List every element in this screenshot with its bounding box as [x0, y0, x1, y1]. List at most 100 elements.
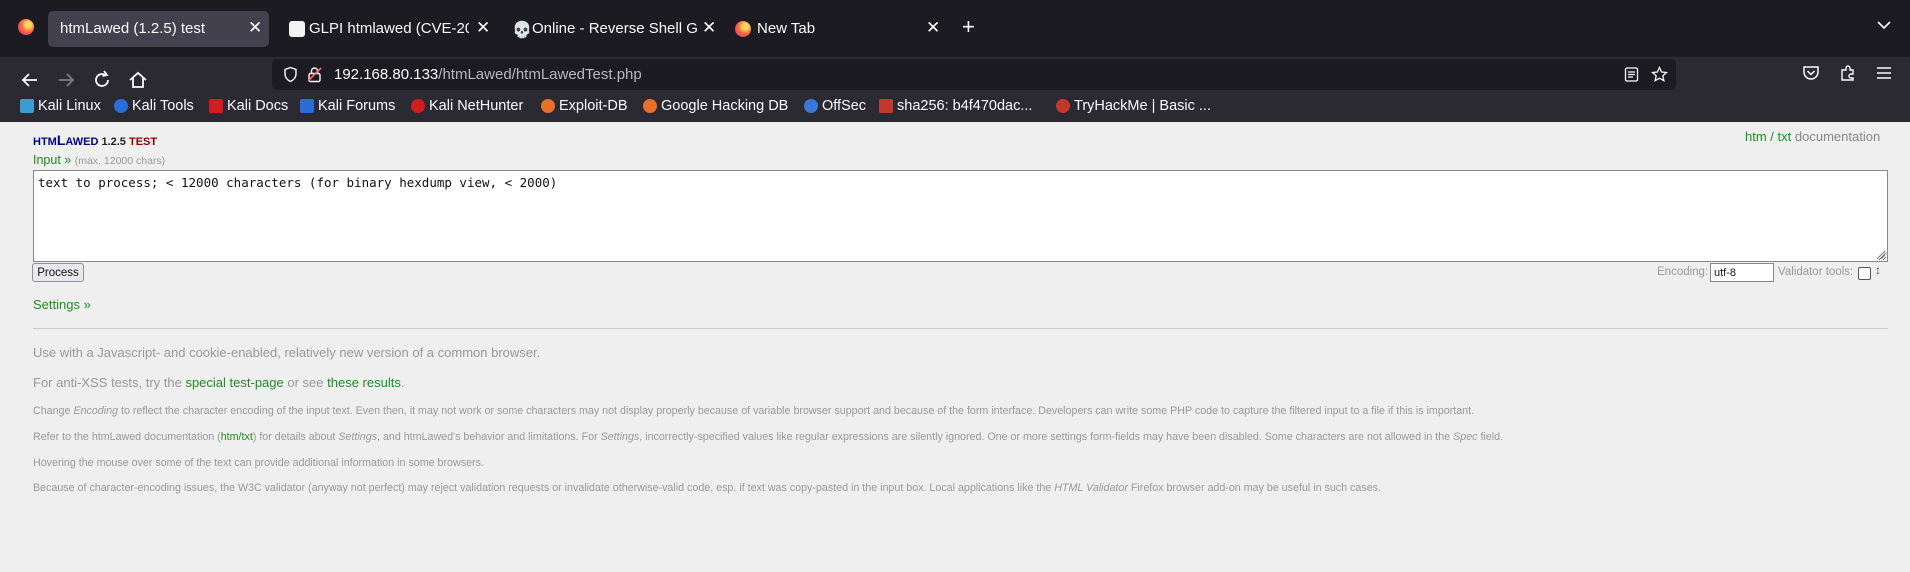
- note-text: or see: [287, 375, 324, 390]
- bookmarks-toolbar: Kali Linux Kali Tools Kali Docs Kali For…: [0, 93, 1910, 121]
- kali-docs-icon: [209, 99, 223, 113]
- title-prefix: HTM: [33, 136, 57, 148]
- note-text: Firefox browser add-on may be useful in …: [1130, 482, 1381, 494]
- insecure-lock-icon[interactable]: [306, 66, 323, 83]
- title-suffix: AWED: [65, 136, 99, 148]
- input-max-chars: (max. 12000 chars): [74, 155, 166, 167]
- note-text: Refer to the htmLawed documentation (: [33, 431, 221, 443]
- validator-expand-arrow-icon[interactable]: ↕: [1875, 263, 1881, 277]
- tryhackme-icon: [1056, 99, 1070, 113]
- divider: [33, 328, 1888, 329]
- doc-link-separator: /: [1770, 129, 1774, 144]
- tab-strip: htmLawed (1.2.5) test ✕ GLPI htmlawed (C…: [0, 0, 1910, 57]
- bookmark-label: Kali NetHunter: [429, 98, 524, 114]
- extensions-puzzle-icon[interactable]: [1838, 63, 1858, 83]
- forward-arrow-icon[interactable]: [55, 69, 77, 91]
- note-emphasis: Spec: [1453, 431, 1478, 443]
- these-results-link[interactable]: these results: [327, 375, 401, 390]
- textarea-resize-grip-icon[interactable]: [1876, 250, 1886, 260]
- note-encoding: Change Encoding to reflect the character…: [33, 405, 1474, 417]
- exploit-db-icon: [541, 99, 555, 113]
- input-toggle-label: Input »: [33, 153, 72, 167]
- close-tab-icon[interactable]: ✕: [248, 18, 262, 38]
- txt-doc-link[interactable]: txt: [1778, 129, 1792, 144]
- close-tab-icon[interactable]: ✕: [926, 18, 940, 38]
- bookmark-star-icon[interactable]: [1651, 66, 1668, 83]
- firefox-view-icon[interactable]: [18, 19, 34, 35]
- page-content: HTMLAWED 1.2.5 TEST htm / txt documentat…: [0, 122, 1910, 572]
- tab-reverse-shell[interactable]: 💀 Online - Reverse Shell Ge ✕: [500, 11, 716, 47]
- note-text: .: [400, 375, 405, 390]
- note-validator: Because of character-encoding issues, th…: [33, 482, 1381, 494]
- reader-view-icon[interactable]: [1623, 66, 1640, 83]
- kali-forums-icon: [300, 99, 314, 113]
- title-test: TEST: [128, 136, 158, 148]
- note-emphasis: HTML Validator: [1054, 482, 1128, 494]
- special-test-page-link[interactable]: special test-page: [185, 375, 283, 390]
- tracking-shield-icon[interactable]: [282, 66, 299, 83]
- kali-dragon-icon: [20, 99, 34, 113]
- bookmark-label: Google Hacking DB: [661, 98, 789, 114]
- encoding-label: Encoding:: [1657, 266, 1709, 278]
- home-icon[interactable]: [127, 69, 149, 91]
- settings-toggle-link[interactable]: Settings »: [33, 297, 91, 312]
- note-text: Change: [33, 405, 71, 417]
- note-text: ) for details about: [252, 431, 336, 443]
- pocket-icon[interactable]: [1801, 63, 1821, 83]
- validator-checkbox[interactable]: [1858, 267, 1871, 280]
- skull-icon: 💀: [512, 22, 532, 39]
- kali-tools-icon: [114, 99, 128, 113]
- offsec-icon: [804, 99, 818, 113]
- note-text: , incorrectly-specified values like regu…: [639, 431, 1451, 443]
- title-version: 1.2.5: [101, 136, 126, 148]
- note-emphasis: Settings: [338, 431, 377, 443]
- note-text: field.: [1480, 431, 1504, 443]
- bookmark-label: OffSec: [822, 98, 867, 114]
- back-arrow-icon[interactable]: [19, 69, 41, 91]
- note-text: , and htmLawed's behavior and limitation…: [377, 431, 598, 443]
- bookmark-label: sha256: b4f470dac...: [897, 98, 1033, 114]
- note-text: Because of character-encoding issues, th…: [33, 482, 1052, 494]
- note-browser-requirement: Use with a Javascript- and cookie-enable…: [33, 345, 541, 360]
- bookmark-label: Kali Tools: [132, 98, 194, 114]
- url-path: /htmLawed/htmLawedTest.php: [438, 66, 642, 83]
- documentation-links: htm / txt documentation: [1745, 129, 1880, 144]
- tab-label: New Tab: [757, 20, 816, 37]
- note-emphasis: Settings: [600, 431, 640, 443]
- note-documentation: Refer to the htmLawed documentation (htm…: [33, 431, 1503, 443]
- note-anti-xss: For anti-XSS tests, try the special test…: [33, 375, 404, 390]
- note-emphasis: Encoding: [73, 405, 119, 417]
- note-hover: Hovering the mouse over some of the text…: [33, 457, 484, 469]
- validator-tools-label: Validator tools:: [1778, 266, 1854, 278]
- url-host: 192.168.80.133: [334, 66, 439, 83]
- close-tab-icon[interactable]: ✕: [476, 18, 490, 38]
- note-text: For anti-XSS tests, try the: [33, 375, 182, 390]
- encoding-input[interactable]: [1710, 263, 1774, 282]
- tab-label: htmLawed (1.2.5) test: [60, 20, 206, 37]
- hamburger-menu-icon[interactable]: [1874, 63, 1894, 83]
- process-button[interactable]: Process: [32, 263, 84, 282]
- tab-new-tab[interactable]: New Tab ✕: [723, 11, 943, 47]
- tab-label: Online - Reverse Shell Ge: [532, 20, 697, 37]
- htm-txt-doc-link[interactable]: htm/txt: [221, 431, 253, 443]
- list-all-tabs-chevron-icon[interactable]: [1876, 17, 1892, 33]
- address-bar[interactable]: 192.168.80.133/htmLawed/htmLawedTest.php: [272, 59, 1676, 90]
- glpi-favicon-icon: [289, 21, 305, 37]
- htm-doc-link[interactable]: htm: [1745, 129, 1767, 144]
- firefox-icon: [735, 21, 751, 37]
- bookmark-label: Kali Docs: [227, 98, 289, 114]
- sha256-icon: [879, 99, 893, 113]
- bookmark-label: Kali Forums: [318, 98, 396, 114]
- close-tab-icon[interactable]: ✕: [702, 18, 716, 38]
- browser-window: htmLawed (1.2.5) test ✕ GLPI htmlawed (C…: [0, 0, 1910, 572]
- input-textarea[interactable]: text to process; < 12000 characters (for…: [33, 170, 1888, 262]
- tab-htmlawed-test[interactable]: htmLawed (1.2.5) test ✕: [48, 11, 269, 47]
- tab-glpi-htmlawed[interactable]: GLPI htmlawed (CVE-202 ✕: [277, 11, 492, 47]
- bookmark-label: Exploit-DB: [559, 98, 628, 114]
- new-tab-plus-icon[interactable]: +: [962, 14, 975, 40]
- note-text: to reflect the character encoding of the…: [121, 405, 1475, 417]
- input-label[interactable]: Input » (max. 12000 chars): [33, 153, 165, 167]
- tab-label: GLPI htmlawed (CVE-202: [309, 20, 469, 37]
- reload-icon[interactable]: [91, 69, 113, 91]
- url-text[interactable]: 192.168.80.133/htmLawed/htmLawedTest.php: [334, 66, 642, 83]
